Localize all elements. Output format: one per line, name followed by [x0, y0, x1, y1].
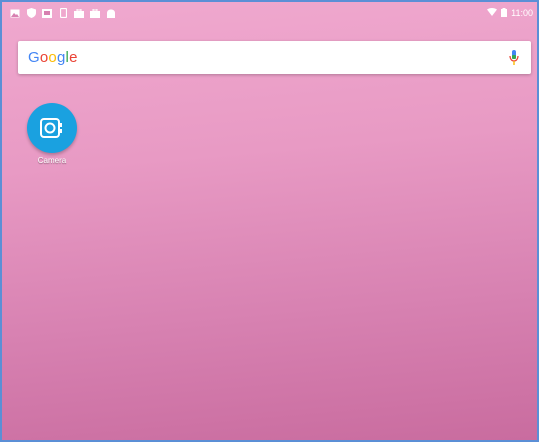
status-right: 11:00 — [487, 7, 533, 19]
status-bar[interactable]: 11:00 — [2, 2, 537, 24]
image-icon — [42, 8, 52, 18]
home-screen: 11:00 Google Camera — [0, 0, 539, 442]
battery-icon — [501, 7, 508, 19]
wifi-icon — [487, 8, 498, 18]
phone-icon — [58, 8, 68, 18]
app-label: Camera — [37, 156, 67, 165]
camera-icon[interactable] — [27, 103, 77, 153]
google-search-bar[interactable]: Google — [18, 41, 531, 74]
google-logo: Google — [28, 49, 78, 66]
gallery-icon — [10, 8, 20, 18]
notification-icons — [10, 8, 116, 18]
android-icon — [106, 8, 116, 18]
clock: 11:00 — [511, 8, 533, 18]
briefcase-icon — [74, 8, 84, 18]
briefcase-icon — [90, 8, 100, 18]
app-shortcut-camera[interactable]: Camera — [24, 103, 80, 165]
microphone-icon[interactable] — [507, 49, 521, 67]
shield-icon — [26, 8, 36, 18]
